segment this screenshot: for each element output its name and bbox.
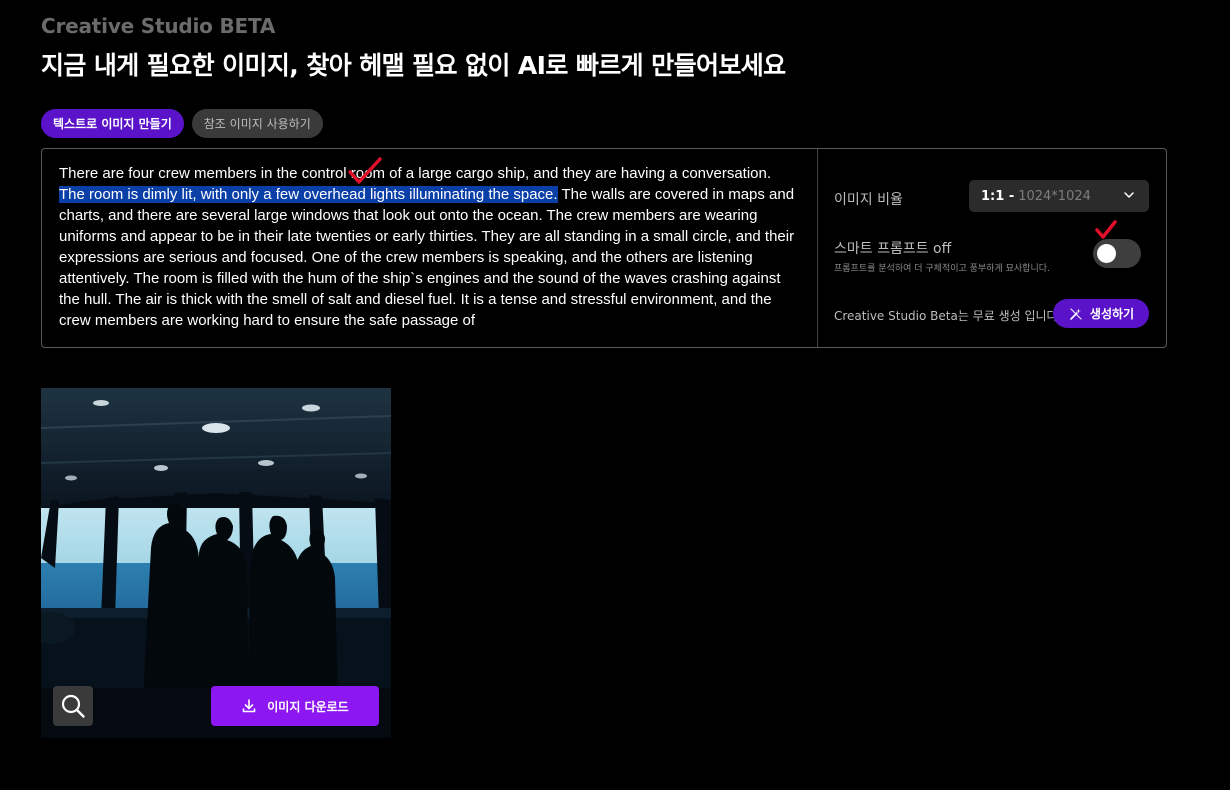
brand-title: Creative Studio BETA: [41, 14, 276, 38]
generate-label: 생성하기: [1089, 307, 1135, 321]
prompt-panel: There are four crew members in the contr…: [41, 148, 1167, 348]
free-notice: Creative Studio Beta는 무료 생성 입니다.: [834, 309, 1062, 323]
page-headline: 지금 내게 필요한 이미지, 찾아 헤맬 필요 없이 AI로 빠르게 만들어보세…: [41, 51, 786, 80]
ratio-size: 1024*1024: [1018, 188, 1091, 204]
ratio-value: 1:1 -: [981, 188, 1015, 204]
prompt-text-selection: The room is dimly lit, with only a few o…: [59, 186, 558, 203]
tab-reference-image[interactable]: 참조 이미지 사용하기: [191, 109, 323, 138]
settings-area: 이미지 비율 1:1 - 1024*1024 스마트 프롬프트 off 프롬프트…: [818, 149, 1166, 347]
magic-wand-icon: [1070, 307, 1082, 320]
smart-prompt-toggle[interactable]: [1093, 239, 1141, 268]
smart-prompt-description: 프롬프트를 분석하여 더 구체적이고 풍부하게 묘사합니다.: [834, 264, 1050, 274]
ratio-label: 이미지 비율: [834, 192, 903, 208]
ratio-select[interactable]: 1:1 - 1024*1024: [969, 180, 1149, 212]
mode-tabs: 텍스트로 이미지 만들기 참조 이미지 사용하기: [41, 109, 323, 138]
checkmark-annotation-icon: [1095, 220, 1117, 239]
prompt-textarea[interactable]: There are four crew members in the contr…: [42, 149, 818, 347]
smart-prompt-label: 스마트 프롬프트 off: [834, 241, 952, 257]
generated-image: 이미지 다운로드: [41, 388, 391, 738]
tab-text-to-image[interactable]: 텍스트로 이미지 만들기: [41, 109, 184, 138]
download-icon: [242, 699, 256, 713]
prompt-text-before: There are four crew members in the contr…: [59, 165, 772, 182]
generate-button[interactable]: 생성하기: [1053, 299, 1149, 328]
prompt-text-after: The walls are covered in maps and charts…: [59, 186, 795, 329]
download-label: 이미지 다운로드: [267, 699, 349, 714]
checkmark-annotation-icon: [348, 157, 382, 184]
download-image-button[interactable]: 이미지 다운로드: [211, 686, 379, 726]
toggle-knob: [1097, 244, 1116, 263]
chevron-down-icon: [1124, 192, 1134, 198]
search-icon: [61, 694, 85, 718]
zoom-button[interactable]: [53, 686, 93, 726]
